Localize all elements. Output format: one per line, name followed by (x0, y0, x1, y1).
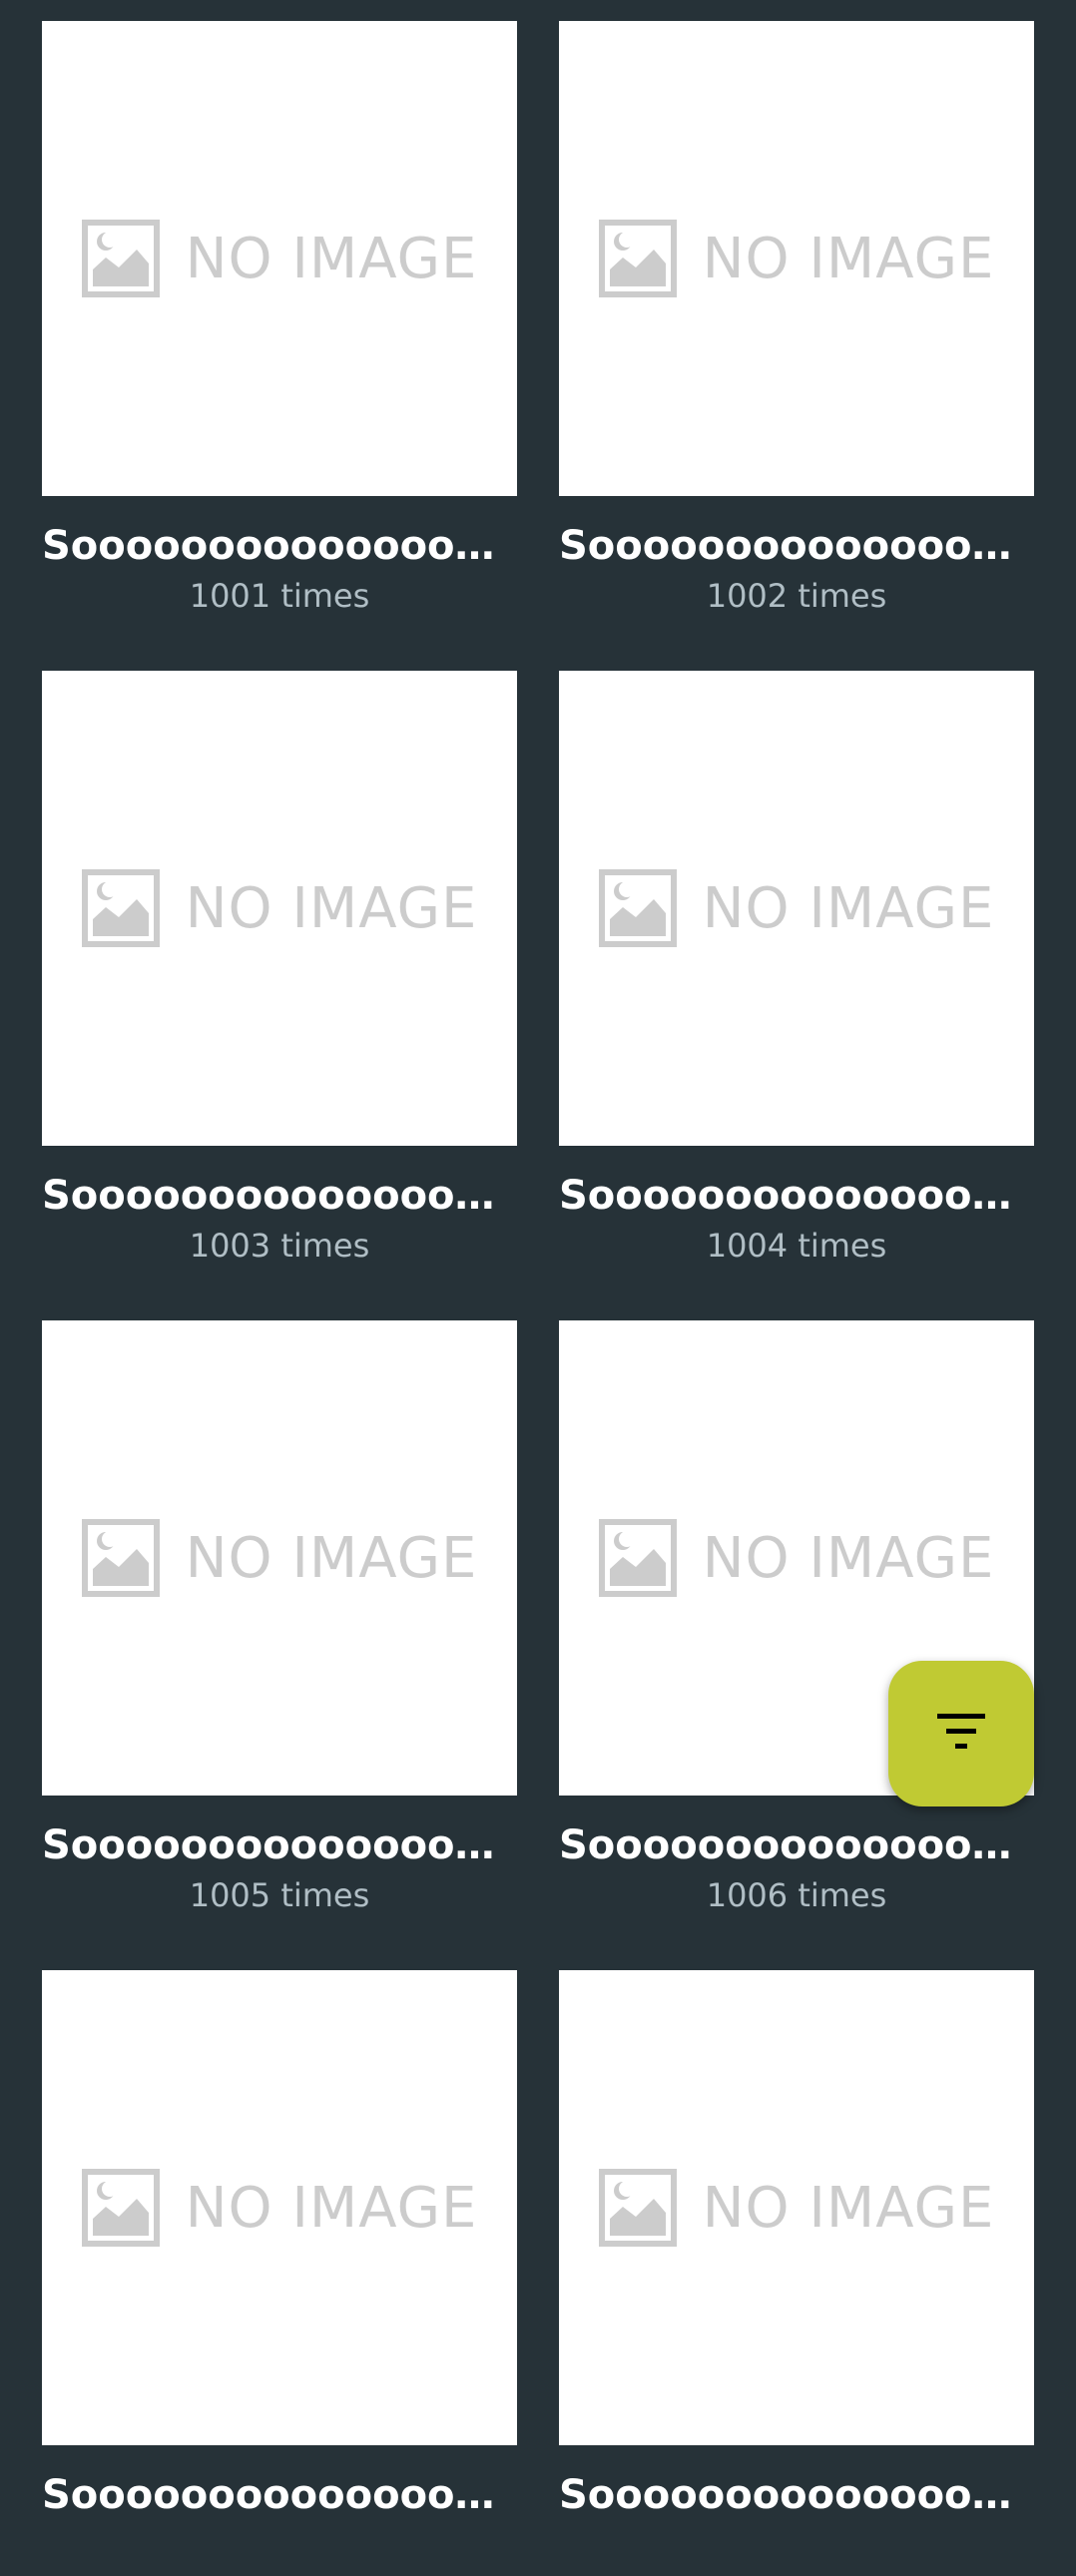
no-image-placeholder: NO IMAGE (81, 1519, 478, 1597)
no-image-placeholder: NO IMAGE (81, 220, 478, 297)
item-title: Sooooooooooooooooooooooooooooo long titl… (42, 1822, 517, 1868)
item-count: 1004 times (706, 1227, 887, 1265)
thumbnail: NO IMAGE (42, 671, 517, 1146)
no-image-placeholder: NO IMAGE (81, 2169, 478, 2247)
item-count: 1003 times (189, 1227, 370, 1265)
item-title: Sooooooooooooooooooooooooooooo long titl… (42, 523, 517, 569)
no-image-placeholder: NO IMAGE (598, 220, 995, 297)
item-count: 1006 times (706, 1876, 887, 1914)
item-title: Sooooooooooooooooooooooooooooo long titl… (42, 2472, 517, 2518)
no-image-label: NO IMAGE (185, 2175, 478, 2241)
no-image-label: NO IMAGE (702, 2175, 995, 2241)
thumbnail: NO IMAGE (42, 21, 517, 496)
grid-item[interactable]: NO IMAGE Sooooooooooooooooooooooooooooo … (559, 1970, 1034, 2576)
filter-button[interactable] (888, 1661, 1034, 1806)
no-image-placeholder: NO IMAGE (81, 869, 478, 947)
image-placeholder-icon (598, 220, 677, 297)
item-count: 1005 times (189, 1876, 370, 1914)
item-title: Sooooooooooooooooooooooooooooo long titl… (559, 1173, 1034, 1219)
item-title: Sooooooooooooooooooooooooooooo long titl… (42, 1173, 517, 1219)
item-title: Sooooooooooooooooooooooooooooo long titl… (559, 1822, 1034, 1868)
filter-icon (937, 1714, 985, 1754)
no-image-label: NO IMAGE (702, 875, 995, 941)
image-placeholder-icon (81, 220, 160, 297)
image-placeholder-icon (81, 2169, 160, 2247)
grid-item[interactable]: NO IMAGE Sooooooooooooooooooooooooooooo … (559, 1320, 1034, 1926)
item-title: Sooooooooooooooooooooooooooooo long titl… (559, 523, 1034, 569)
no-image-label: NO IMAGE (185, 226, 478, 291)
image-placeholder-icon (81, 869, 160, 947)
thumbnail: NO IMAGE (559, 1970, 1034, 2445)
no-image-label: NO IMAGE (702, 1525, 995, 1591)
grid-item[interactable]: NO IMAGE Sooooooooooooooooooooooooooooo … (42, 1970, 517, 2576)
item-title: Sooooooooooooooooooooooooooooo long titl… (559, 2472, 1034, 2518)
image-placeholder-icon (598, 869, 677, 947)
image-placeholder-icon (598, 1519, 677, 1597)
thumbnail: NO IMAGE (42, 1970, 517, 2445)
thumbnail: NO IMAGE (559, 671, 1034, 1146)
grid-item[interactable]: NO IMAGE Sooooooooooooooooooooooooooooo … (42, 671, 517, 1277)
no-image-placeholder: NO IMAGE (598, 1519, 995, 1597)
image-placeholder-icon (598, 2169, 677, 2247)
grid-item[interactable]: NO IMAGE Sooooooooooooooooooooooooooooo … (559, 671, 1034, 1277)
grid-item[interactable]: NO IMAGE Sooooooooooooooooooooooooooooo … (42, 21, 517, 627)
no-image-placeholder: NO IMAGE (598, 869, 995, 947)
item-count: 1001 times (189, 577, 370, 615)
thumbnail: NO IMAGE (559, 21, 1034, 496)
item-grid: NO IMAGE Sooooooooooooooooooooooooooooo … (42, 21, 1034, 2576)
no-image-placeholder: NO IMAGE (598, 2169, 995, 2247)
no-image-label: NO IMAGE (702, 226, 995, 291)
no-image-label: NO IMAGE (185, 1525, 478, 1591)
grid-item[interactable]: NO IMAGE Sooooooooooooooooooooooooooooo … (42, 1320, 517, 1926)
grid-item[interactable]: NO IMAGE Sooooooooooooooooooooooooooooo … (559, 21, 1034, 627)
image-placeholder-icon (81, 1519, 160, 1597)
no-image-label: NO IMAGE (185, 875, 478, 941)
thumbnail: NO IMAGE (42, 1320, 517, 1796)
item-count: 1002 times (706, 577, 887, 615)
